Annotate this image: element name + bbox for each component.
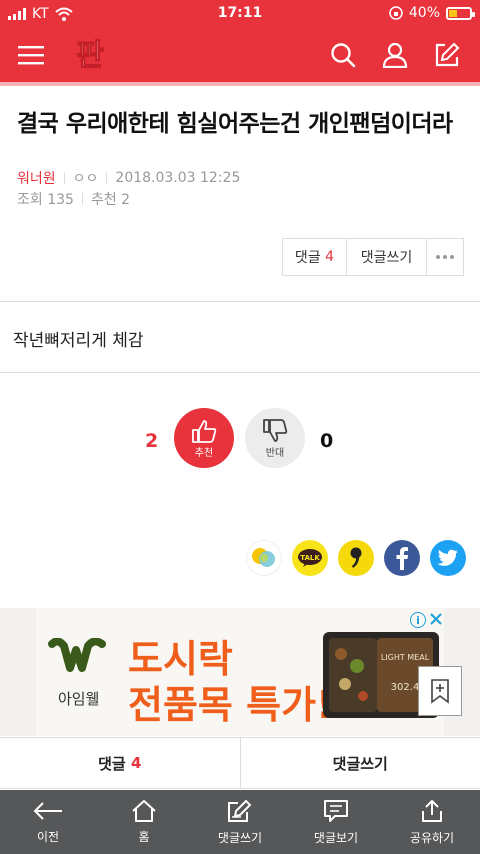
kakaotalk-icon: TALK (298, 549, 322, 567)
speech-bubble-icon (324, 799, 348, 822)
pencil-note-icon (228, 799, 252, 822)
nav-back-label: 이전 (36, 829, 60, 844)
downvote-label: 반대 (265, 447, 285, 459)
ad-content: 아임웰 도시락 전품목 특가! LIGHT MEAL 302.4 (36, 608, 444, 736)
divider (0, 372, 480, 373)
nav-share-button[interactable]: 공유하기 (384, 790, 480, 854)
upvote-button[interactable]: 추천 (174, 408, 234, 468)
nav-home-button[interactable]: 홈 (96, 790, 192, 854)
battery-icon (446, 6, 475, 20)
comment-bar-label: 댓글 (98, 754, 126, 773)
share-twitter-button[interactable] (430, 540, 466, 576)
twitter-icon (437, 549, 458, 566)
downvote-count: 0 (320, 430, 334, 452)
edit-icon (435, 42, 460, 67)
close-icon (430, 613, 442, 625)
post-meta: 워너원 ㅇㅇ 2018.03.03 12:25 (17, 168, 240, 188)
lunchbox-label: LIGHT MEAL (381, 653, 430, 662)
header-underline (0, 82, 480, 86)
bookmark-float-button[interactable] (418, 666, 462, 716)
comment-bar-comments-button[interactable]: 댓글 4 (0, 738, 241, 788)
upvote-label: 추천 (194, 447, 214, 459)
menu-icon (18, 46, 44, 65)
share-kakaotalk-button[interactable]: TALK (292, 540, 328, 576)
comments-count: 4 (325, 249, 335, 265)
home-icon (132, 799, 156, 822)
comma-icon (350, 547, 362, 568)
share-kakaostory-button[interactable] (246, 540, 282, 576)
status-bar: KT 17:11 40% (0, 0, 480, 28)
battery-fill (449, 9, 457, 17)
nav-home-label: 홈 (138, 829, 150, 844)
logo-text: 판 (76, 38, 104, 73)
meta-divider (106, 172, 108, 184)
downvote-button[interactable]: 반대 (245, 408, 305, 468)
comment-bar: 댓글 4 댓글쓰기 (0, 737, 480, 789)
nav-view-comments-label: 댓글보기 (313, 830, 359, 845)
author-link[interactable]: 워너원 (17, 168, 56, 188)
comment-bar-count: 4 (130, 754, 142, 772)
imwell-logo-icon (48, 638, 106, 672)
ad-headline-2: 전품목 특가! (128, 683, 334, 727)
thumbs-up-icon (192, 419, 217, 443)
comments-label: 댓글 (294, 250, 321, 266)
recommend-count: 추천 2 (90, 192, 131, 208)
share-comma-button[interactable] (338, 540, 374, 576)
write-post-button[interactable] (430, 38, 464, 72)
info-icon: i (416, 613, 420, 627)
search-icon (331, 43, 356, 68)
kakaostory-icon (252, 548, 275, 567)
menu-button[interactable] (14, 38, 48, 72)
upvote-count: 2 (145, 430, 159, 452)
ad-info-button[interactable]: i (410, 612, 426, 628)
facebook-icon (396, 547, 408, 570)
battery-percent: 40% (408, 5, 440, 21)
share-icon (422, 799, 442, 822)
post-action-group: 댓글 4 댓글쓰기 (282, 238, 464, 276)
meta-divider (81, 193, 83, 205)
comments-button[interactable]: 댓글 4 (283, 239, 347, 275)
divider (0, 301, 480, 302)
nav-back-button[interactable]: 이전 (0, 790, 96, 854)
nav-write-comment-label: 댓글쓰기 (217, 830, 263, 845)
meta-divider (63, 172, 65, 184)
search-button[interactable] (326, 38, 360, 72)
nav-view-comments-button[interactable]: 댓글보기 (288, 790, 384, 854)
lunchbox-kcal: 302.4 (391, 682, 420, 693)
more-button[interactable] (427, 239, 463, 275)
my-page-button[interactable] (378, 38, 412, 72)
app-header: 판 (0, 28, 480, 82)
post-body: 작년뼈저리게 체감 (13, 331, 144, 351)
ad-close-button[interactable] (428, 610, 444, 628)
ad-brand: 아임웰 (58, 690, 100, 708)
nickname: ㅇㅇ (72, 171, 99, 187)
comment-bar-write-button[interactable]: 댓글쓰기 (241, 738, 480, 788)
status-right: 40% (389, 5, 475, 21)
share-facebook-button[interactable] (384, 540, 420, 576)
bookmark-add-icon (431, 679, 449, 704)
nav-share-label: 공유하기 (409, 830, 455, 845)
write-comment-label: 댓글쓰기 (360, 250, 413, 266)
view-count: 조회 135 (17, 192, 74, 208)
bottom-nav: 이전 홈 댓글쓰기 댓글보기 공유하기 (0, 790, 480, 854)
comment-bar-write-label: 댓글쓰기 (332, 754, 388, 773)
ad-banner[interactable]: 아임웰 도시락 전품목 특가! LIGHT MEAL 302.4 i (0, 608, 480, 736)
kakaotalk-icon-text: TALK (300, 554, 320, 562)
nav-write-comment-button[interactable]: 댓글쓰기 (192, 790, 288, 854)
back-arrow-icon (33, 801, 62, 820)
post-stats: 조회 135 추천 2 (17, 189, 130, 209)
post-datetime: 2018.03.03 12:25 (115, 170, 241, 186)
write-comment-button[interactable]: 댓글쓰기 (347, 239, 427, 275)
more-icon (436, 255, 454, 259)
post-title: 결국 우리애한테 힘실어주는건 개인팬덤이더라 (17, 111, 453, 137)
pann-logo[interactable]: 판 (72, 34, 108, 74)
thumbs-down-icon (263, 418, 288, 442)
user-icon (382, 42, 408, 68)
rotation-lock-icon (389, 6, 403, 20)
